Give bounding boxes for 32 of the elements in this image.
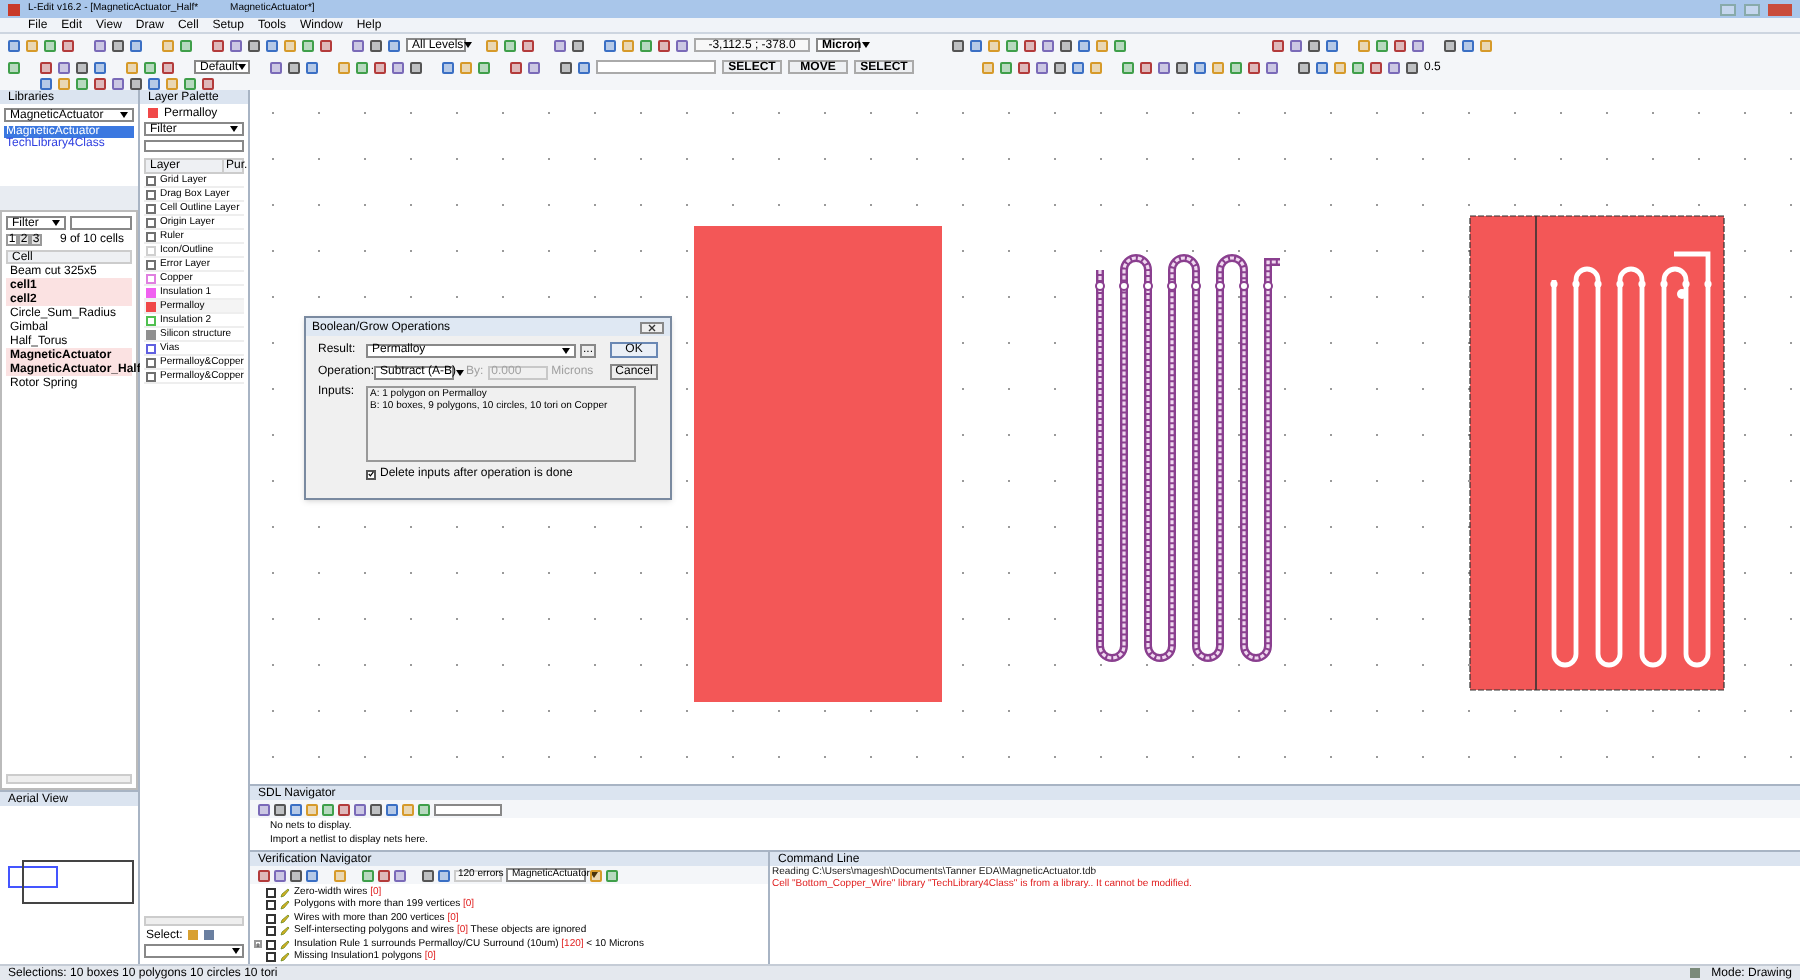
- caret-icon: [52, 220, 60, 226]
- checkbox[interactable]: [266, 900, 276, 910]
- horizontal-scrollbar[interactable]: [6, 774, 132, 784]
- checkbox[interactable]: [266, 952, 276, 962]
- caret-icon: [861, 42, 870, 48]
- expand-toggle[interactable]: [254, 940, 262, 948]
- caret-icon: [562, 347, 570, 353]
- caret-icon: [232, 948, 240, 954]
- checkbox[interactable]: [266, 939, 276, 949]
- layer-dropdown[interactable]: [144, 944, 244, 958]
- close-icon: [648, 323, 656, 331]
- layout-canvas[interactable]: [250, 90, 1800, 784]
- check-icon: [368, 470, 374, 478]
- caret-icon: [230, 126, 238, 132]
- caret-icon: [589, 872, 598, 878]
- search-field[interactable]: [70, 216, 132, 230]
- net-search-field[interactable]: [434, 803, 502, 815]
- checkbox[interactable]: [266, 926, 276, 936]
- checkbox[interactable]: [266, 887, 276, 897]
- command-field[interactable]: [596, 60, 716, 74]
- caret-icon: [238, 64, 247, 70]
- caret-icon: [463, 42, 472, 48]
- caret-icon: [456, 369, 465, 375]
- design-extent-frame: [22, 860, 134, 904]
- app-icon: [8, 3, 20, 15]
- caret-icon: [120, 112, 128, 118]
- close-button[interactable]: [640, 321, 664, 333]
- checkbox[interactable]: [366, 469, 376, 479]
- checkbox[interactable]: [266, 913, 276, 923]
- horizontal-scrollbar[interactable]: [144, 916, 244, 926]
- search-field[interactable]: [144, 140, 244, 152]
- viewport-frame[interactable]: [8, 866, 58, 888]
